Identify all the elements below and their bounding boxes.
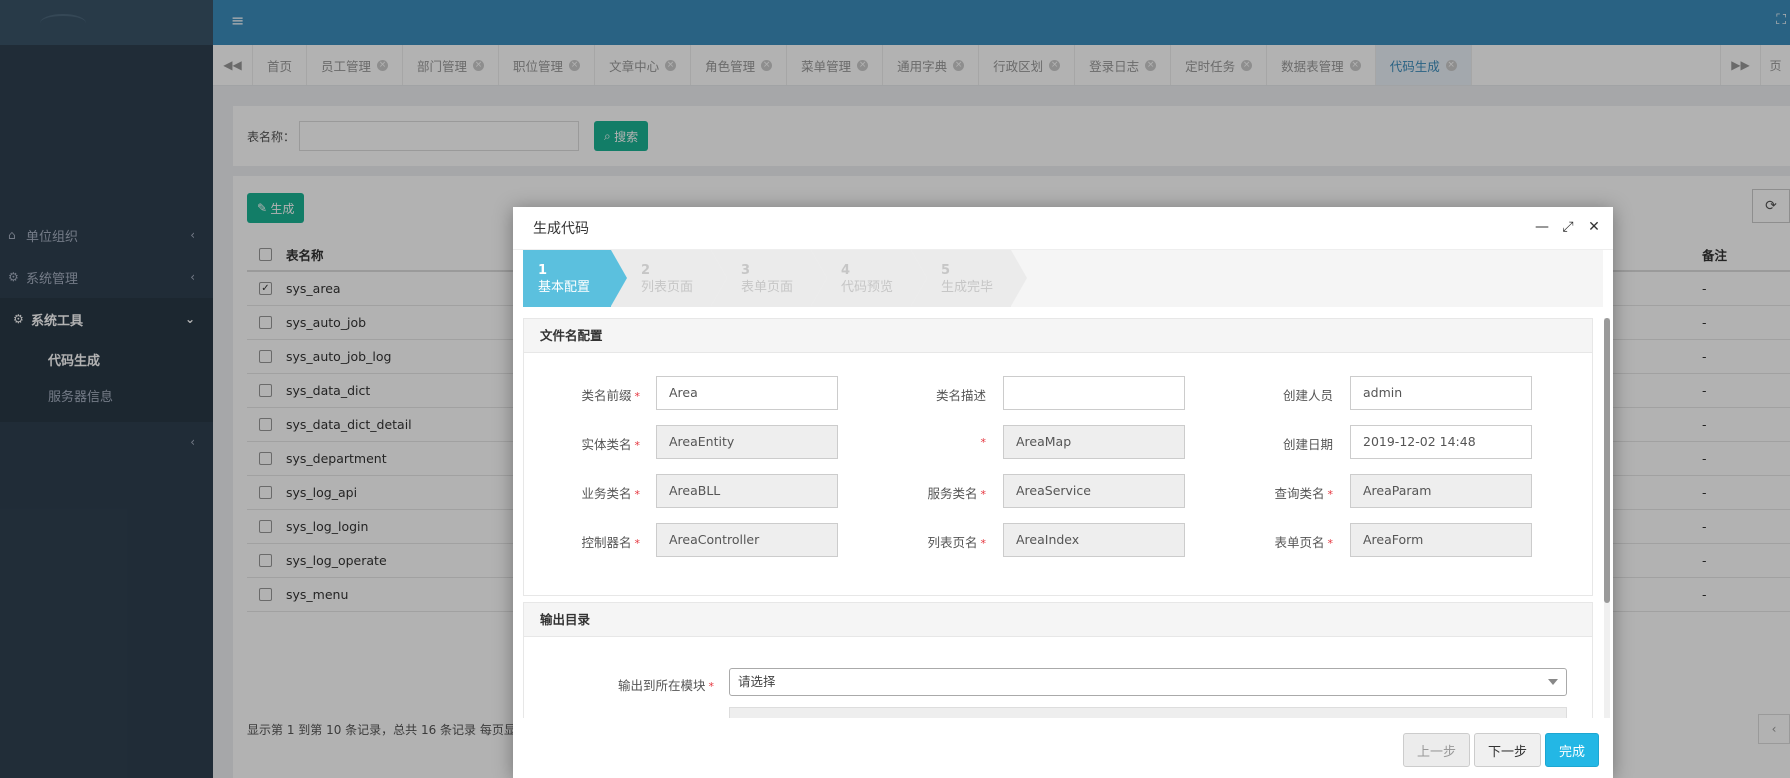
entity-input[interactable]: AreaEntity	[656, 425, 838, 459]
select-value: 请选择	[738, 674, 776, 689]
output-dir-section: 输出目录 输出到所在模块 * 请选择	[523, 602, 1593, 718]
scrollbar-thumb[interactable]	[1604, 318, 1610, 603]
create-date-label: 创建日期	[1282, 437, 1333, 452]
dialog-header: 生成代码 — ⤢ ✕	[513, 207, 1613, 250]
output-form: 输出到所在模块 * 请选择	[524, 637, 1592, 718]
step-number: 4	[841, 263, 851, 278]
dialog-controls: — ⤢ ✕	[1535, 219, 1601, 235]
dialog-scrollbar[interactable]	[1604, 318, 1610, 718]
step-number: 5	[941, 263, 951, 278]
step-label: 表单页面	[741, 280, 794, 295]
step-label: 列表页面	[641, 280, 694, 295]
class-prefix-input[interactable]: Area	[656, 376, 838, 410]
generate-code-dialog: 生成代码 — ⤢ ✕ 1 基本配置 2 列表页面 3 表单页面 4 代码预览 5 生成完毕…	[513, 207, 1613, 778]
wizard-steps: 1 基本配置 2 列表页面 3 表单页面 4 代码预览 5 生成完毕	[523, 250, 1603, 307]
dialog-body: 文件名配置 类名前缀 * Area 类名描述 创建人员 admin 实体类名 * A…	[523, 318, 1610, 718]
filename-form: 类名前缀 * Area 类名描述 创建人员 admin 实体类名 * AreaEnt…	[524, 353, 1592, 595]
section-title: 输出目录	[524, 603, 1592, 637]
entity-label: 实体类名 *	[581, 437, 640, 452]
step-label: 基本配置	[538, 280, 591, 295]
create-date-input[interactable]: 2019-12-02 14:48	[1350, 425, 1532, 459]
step-label: 生成完毕	[941, 280, 994, 295]
param-label: 查询类名 *	[1274, 486, 1333, 501]
controller-label: 控制器名 *	[581, 535, 640, 550]
output-path-input[interactable]	[729, 707, 1567, 718]
section-title: 文件名配置	[524, 319, 1592, 353]
service-label: 服务类名 *	[927, 486, 986, 501]
minimize-icon[interactable]: —	[1535, 219, 1549, 235]
prev-step-button[interactable]: 上一步	[1402, 733, 1470, 767]
map-input[interactable]: AreaMap	[1003, 425, 1185, 459]
controller-input[interactable]: AreaController	[656, 523, 838, 557]
creator-label: 创建人员	[1282, 388, 1333, 403]
step-label: 代码预览	[841, 280, 894, 295]
next-step-button[interactable]: 下一步	[1473, 733, 1541, 767]
map-label: *	[980, 436, 987, 449]
index-page-input[interactable]: AreaIndex	[1003, 523, 1185, 557]
close-icon[interactable]: ✕	[1587, 219, 1601, 235]
output-module-select[interactable]: 请选择	[729, 668, 1567, 696]
form-page-label: 表单页名 *	[1274, 535, 1333, 550]
filename-config-section: 文件名配置 类名前缀 * Area 类名描述 创建人员 admin 实体类名 * A…	[523, 318, 1593, 596]
bll-input[interactable]: AreaBLL	[656, 474, 838, 508]
creator-input[interactable]: admin	[1350, 376, 1532, 410]
wizard-step-1[interactable]: 1 基本配置	[523, 250, 627, 307]
class-desc-label: 类名描述	[935, 388, 986, 403]
dialog-title: 生成代码	[533, 221, 589, 237]
step-number: 1	[538, 263, 548, 278]
output-module-label: 输出到所在模块 *	[617, 678, 714, 693]
bll-label: 业务类名 *	[581, 486, 640, 501]
step-number: 3	[741, 263, 751, 278]
index-page-label: 列表页名 *	[927, 535, 986, 550]
maximize-icon[interactable]: ⤢	[1561, 219, 1575, 235]
class-prefix-label: 类名前缀 *	[581, 388, 640, 403]
service-input[interactable]: AreaService	[1003, 474, 1185, 508]
dialog-footer: 上一步 下一步 完成	[513, 722, 1613, 778]
caret-down-icon	[1548, 679, 1558, 685]
class-desc-input[interactable]	[1003, 376, 1185, 410]
param-input[interactable]: AreaParam	[1350, 474, 1532, 508]
form-page-input[interactable]: AreaForm	[1350, 523, 1532, 557]
finish-button[interactable]: 完成	[1544, 733, 1599, 767]
step-number: 2	[641, 263, 651, 278]
